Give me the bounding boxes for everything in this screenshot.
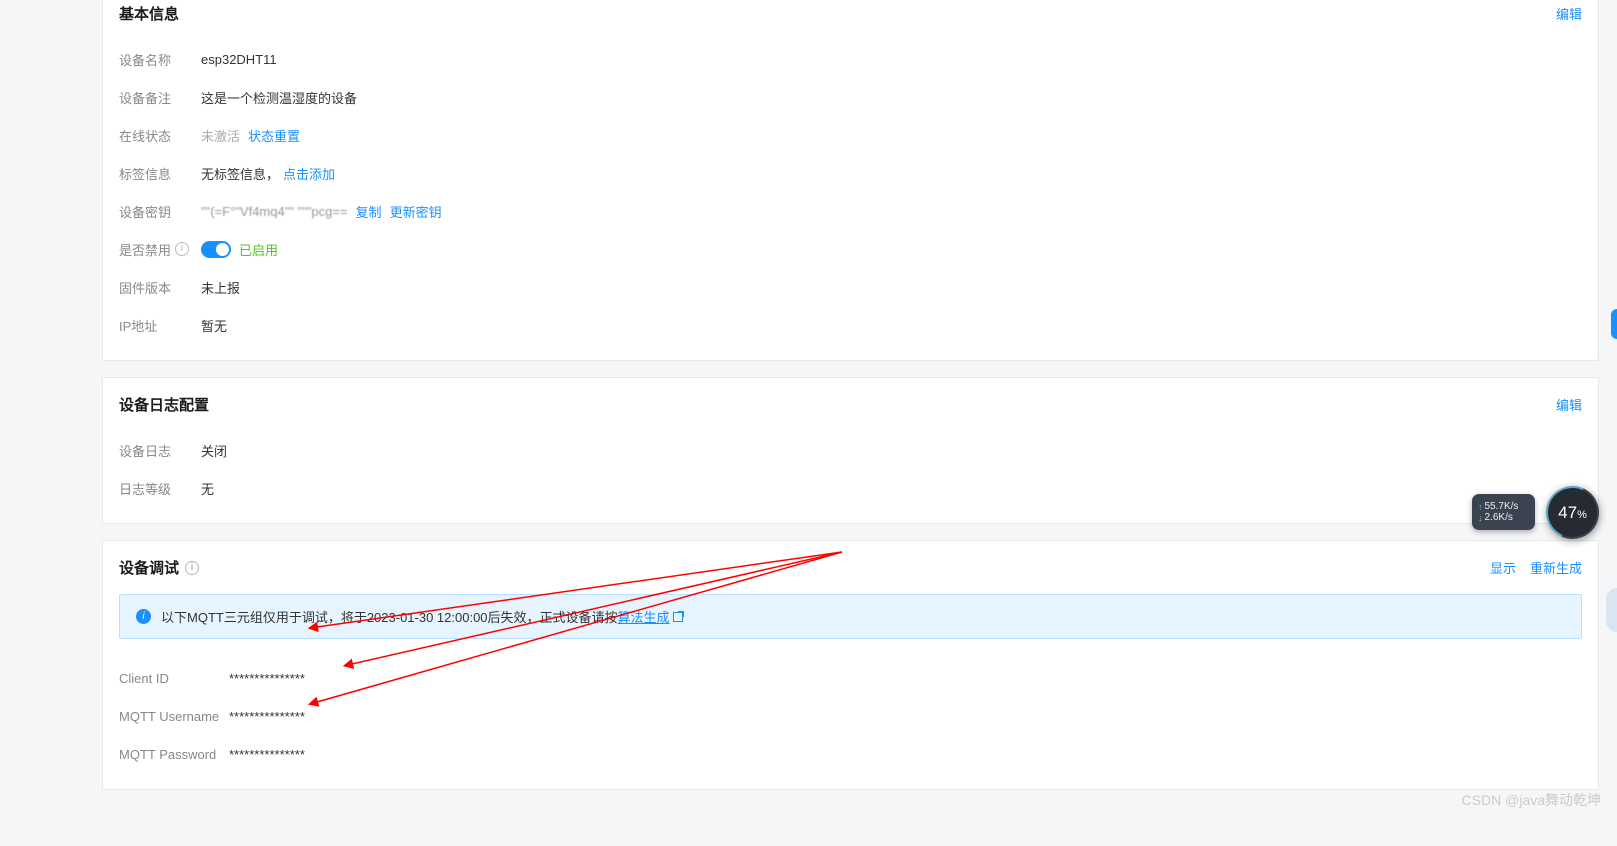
copy-key-link[interactable]: 复制 bbox=[356, 202, 382, 221]
enabled-text: 已启用 bbox=[239, 240, 278, 259]
upload-speed: 55.7K/s bbox=[1485, 501, 1519, 512]
basic-info-header: 基本信息 编辑 bbox=[119, 3, 1582, 24]
algorithm-link[interactable]: 算法生成 bbox=[618, 607, 683, 626]
percent-sign: % bbox=[1577, 509, 1587, 521]
banner-text: 以下MQTT三元组仅用于调试，将于2023-01-30 12:00:00后失效，… bbox=[161, 610, 618, 625]
device-name-row: 设备名称 esp32DHT11 bbox=[119, 40, 1582, 78]
firmware-label: 固件版本 bbox=[119, 278, 201, 297]
watermark: CSDN @java舞动乾坤 bbox=[1462, 790, 1601, 810]
debug-title: 设备调试 bbox=[119, 557, 179, 578]
device-name-value: esp32DHT11 bbox=[201, 52, 277, 67]
debug-header: 设备调试 i 显示 重新生成 bbox=[119, 557, 1582, 578]
firmware-row: 固件版本 未上报 bbox=[119, 268, 1582, 306]
device-debug-card: 设备调试 i 显示 重新生成 i 以下MQTT三元组仅用于调试，将于2023-0… bbox=[102, 540, 1599, 790]
info-icon: i bbox=[136, 609, 151, 624]
mqtt-password-label: MQTT Password bbox=[119, 747, 229, 762]
external-link-icon bbox=[673, 612, 683, 622]
ip-row: IP地址 暂无 bbox=[119, 306, 1582, 344]
mqtt-password-row: MQTT Password *************** bbox=[119, 735, 1582, 773]
arrow-up-icon: ↑ bbox=[1478, 502, 1483, 512]
client-id-label: Client ID bbox=[119, 671, 229, 686]
online-status-value: 未激活 bbox=[201, 126, 240, 145]
log-level-value: 无 bbox=[201, 479, 214, 498]
client-id-row: Client ID *************** bbox=[119, 659, 1582, 697]
network-speed-widget: ↑55.7K/s ↓2.6K/s bbox=[1472, 494, 1535, 530]
percent-value: 47 bbox=[1558, 503, 1577, 522]
edge-tab[interactable] bbox=[1611, 309, 1617, 339]
firmware-value: 未上报 bbox=[201, 278, 240, 297]
log-level-row: 日志等级 无 bbox=[119, 469, 1582, 507]
log-config-title: 设备日志配置 bbox=[119, 394, 209, 415]
add-tag-link[interactable]: 点击添加 bbox=[283, 164, 335, 183]
basic-info-card: 基本信息 编辑 设备名称 esp32DHT11 设备备注 这是一个检测温湿度的设… bbox=[102, 0, 1599, 361]
device-log-config-card: 设备日志配置 编辑 设备日志 关闭 日志等级 无 bbox=[102, 377, 1599, 524]
tag-info-label: 标签信息 bbox=[119, 164, 201, 183]
info-icon: i bbox=[175, 242, 189, 256]
online-status-row: 在线状态 未激活 状态重置 bbox=[119, 116, 1582, 154]
device-remark-value: 这是一个检测温湿度的设备 bbox=[201, 88, 357, 107]
mqtt-username-value: *************** bbox=[229, 709, 305, 724]
tag-info-value: 无标签信息， bbox=[201, 164, 279, 183]
device-key-label: 设备密钥 bbox=[119, 202, 201, 221]
device-log-value: 关闭 bbox=[201, 441, 227, 460]
regenerate-link[interactable]: 重新生成 bbox=[1530, 558, 1582, 577]
tag-info-row: 标签信息 无标签信息， 点击添加 bbox=[119, 154, 1582, 192]
info-icon: i bbox=[185, 561, 199, 575]
device-remark-label: 设备备注 bbox=[119, 88, 201, 107]
disabled-row: 是否禁用 i 已启用 bbox=[119, 230, 1582, 268]
update-key-link[interactable]: 更新密钥 bbox=[390, 202, 442, 221]
device-log-label: 设备日志 bbox=[119, 441, 201, 460]
device-remark-row: 设备备注 这是一个检测温湿度的设备 bbox=[119, 78, 1582, 116]
mqtt-username-label: MQTT Username bbox=[119, 709, 229, 724]
log-level-label: 日志等级 bbox=[119, 479, 201, 498]
download-speed: 2.6K/s bbox=[1485, 512, 1513, 523]
disabled-label: 是否禁用 bbox=[119, 240, 171, 259]
mqtt-password-value: *************** bbox=[229, 747, 305, 762]
device-key-value: ""(=F°"Vf4mq4"" """pcg== bbox=[201, 204, 348, 219]
ip-value: 暂无 bbox=[201, 316, 227, 335]
status-reset-link[interactable]: 状态重置 bbox=[248, 126, 300, 145]
enable-switch[interactable] bbox=[201, 241, 231, 258]
log-config-header: 设备日志配置 编辑 bbox=[119, 394, 1582, 415]
device-key-row: 设备密钥 ""(=F°"Vf4mq4"" """pcg== 复制 更新密钥 bbox=[119, 192, 1582, 230]
basic-info-title: 基本信息 bbox=[119, 3, 179, 24]
device-log-row: 设备日志 关闭 bbox=[119, 431, 1582, 469]
basic-info-edit-link[interactable]: 编辑 bbox=[1556, 4, 1582, 23]
online-status-label: 在线状态 bbox=[119, 126, 201, 145]
log-config-edit-link[interactable]: 编辑 bbox=[1556, 395, 1582, 414]
ip-label: IP地址 bbox=[119, 316, 201, 335]
device-name-label: 设备名称 bbox=[119, 50, 201, 69]
info-banner: i 以下MQTT三元组仅用于调试，将于2023-01-30 12:00:00后失… bbox=[119, 594, 1582, 639]
edge-handle[interactable] bbox=[1606, 588, 1617, 632]
arrow-down-icon: ↓ bbox=[1478, 513, 1483, 523]
client-id-value: *************** bbox=[229, 671, 305, 686]
show-link[interactable]: 显示 bbox=[1490, 558, 1516, 577]
mqtt-username-row: MQTT Username *************** bbox=[119, 697, 1582, 735]
